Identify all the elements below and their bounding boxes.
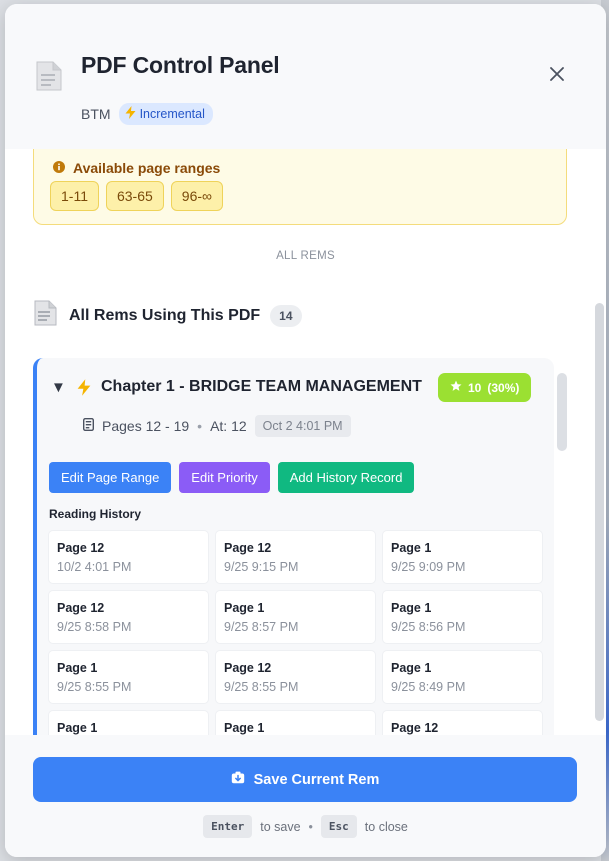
rem-card-header[interactable]: ▼ Chapter 1 - BRIDGE TEAM MANAGEMENT [51, 378, 422, 396]
history-page: Page 12 [57, 541, 105, 555]
lightning-icon [77, 378, 101, 396]
meta-separator: • [197, 418, 203, 434]
available-ranges-panel: Available page ranges 1-11 63-65 96-∞ [33, 149, 567, 225]
edit-page-range-button[interactable]: Edit Page Range [49, 462, 172, 493]
history-item[interactable]: Page 12 [383, 711, 542, 735]
lightning-icon [125, 106, 136, 122]
history-page: Page 12 [224, 541, 272, 555]
collapse-triangle-icon[interactable]: ▼ [51, 379, 77, 396]
ranges-title: Available page ranges [73, 160, 221, 176]
history-time: 10/2 4:01 PM [57, 560, 132, 574]
add-history-record-button[interactable]: Add History Record [277, 462, 415, 493]
page-range-text: Pages 12 - 19 [102, 418, 190, 434]
last-read-date: Oct 2 4:01 PM [254, 415, 351, 437]
history-page: Page 1 [224, 601, 265, 615]
history-time: 9/25 8:55 PM [224, 680, 299, 694]
history-item[interactable]: Page 1 [216, 711, 375, 735]
history-page: Page 1 [224, 721, 265, 735]
hint-close-text: to close [364, 819, 408, 834]
priority-value: 10 [468, 380, 482, 395]
source-name: BTM [81, 106, 111, 122]
history-time: 9/25 8:57 PM [224, 620, 299, 634]
save-current-rem-button[interactable]: Save Current Rem [33, 757, 577, 802]
pdf-document-icon [33, 299, 59, 332]
history-time: 9/25 9:09 PM [391, 560, 466, 574]
esc-key: Esc [320, 815, 357, 838]
modal-footer: Save Current Rem Enter to save • Esc to … [5, 735, 606, 857]
rem-count-badge: 14 [270, 304, 302, 327]
history-item[interactable]: Page 1 9/25 8:55 PM [49, 651, 208, 703]
history-time: 9/25 8:55 PM [57, 680, 132, 694]
all-rems-title: All Rems Using This PDF [69, 306, 261, 324]
history-page: Page 1 [57, 661, 98, 675]
history-time: 9/25 9:15 PM [224, 560, 299, 574]
history-page: Page 1 [57, 721, 98, 735]
hint-save-text: to save [260, 819, 301, 834]
info-icon [53, 160, 65, 176]
mode-badge: Incremental [118, 103, 213, 125]
enter-key: Enter [203, 815, 253, 838]
rem-title: Chapter 1 - BRIDGE TEAM MANAGEMENT [101, 378, 422, 395]
history-page: Page 12 [391, 721, 439, 735]
history-page: Page 1 [391, 541, 432, 555]
panel-scrollbar[interactable] [595, 303, 604, 721]
history-item[interactable]: Page 12 10/2 4:01 PM [49, 531, 208, 583]
document-pages-icon [82, 417, 95, 434]
pdf-document-icon [35, 60, 63, 92]
rem-actions: Edit Page Range Edit Priority Add Histor… [49, 462, 415, 493]
edit-priority-button[interactable]: Edit Priority [179, 462, 270, 493]
history-time: 9/25 8:49 PM [391, 680, 466, 694]
scroll-content[interactable]: Available page ranges 1-11 63-65 96-∞ AL… [5, 149, 606, 735]
history-item[interactable]: Page 1 9/25 8:49 PM [383, 651, 542, 703]
all-rems-header: All Rems Using This PDF 14 [33, 299, 302, 332]
history-item[interactable]: Page 12 9/25 9:15 PM [216, 531, 375, 583]
rem-card: ▼ Chapter 1 - BRIDGE TEAM MANAGEMENT 10 … [33, 358, 554, 735]
section-divider-label: ALL REMS [276, 250, 335, 262]
history-time: 9/25 8:58 PM [57, 620, 132, 634]
ranges-heading: Available page ranges [53, 160, 220, 176]
hint-separator: • [308, 819, 313, 834]
close-button[interactable] [547, 66, 567, 86]
history-item[interactable]: Page 12 9/25 8:55 PM [216, 651, 375, 703]
save-button-label: Save Current Rem [253, 771, 380, 788]
history-item[interactable]: Page 12 9/25 8:58 PM [49, 591, 208, 643]
priority-badge: 10 (30%) [438, 373, 532, 402]
history-page: Page 1 [391, 601, 432, 615]
history-item[interactable]: Page 1 9/25 8:57 PM [216, 591, 375, 643]
history-page: Page 12 [224, 661, 272, 675]
card-scrollbar[interactable] [557, 373, 567, 451]
mode-badge-label: Incremental [139, 107, 205, 121]
reading-history-grid: Page 12 10/2 4:01 PM Page 12 9/25 9:15 PM … [49, 531, 542, 735]
range-chips: 1-11 63-65 96-∞ [50, 181, 224, 211]
range-chip[interactable]: 1-11 [50, 181, 99, 211]
rem-meta-row: Pages 12 - 19 • At: 12 Oct 2 4:01 PM [82, 415, 351, 437]
history-page: Page 1 [391, 661, 432, 675]
range-chip[interactable]: 63-65 [105, 181, 164, 211]
pdf-control-panel-modal: PDF Control Panel BTM Incremental Availa… [5, 4, 606, 857]
history-item[interactable]: Page 1 9/25 8:56 PM [383, 591, 542, 643]
reading-history-title: Reading History [49, 507, 142, 521]
star-icon [450, 380, 462, 395]
save-icon [231, 771, 245, 788]
modal-header: PDF Control Panel BTM Incremental [5, 4, 606, 149]
range-chip[interactable]: 96-∞ [170, 181, 224, 211]
history-item[interactable]: Page 1 9/25 9:09 PM [383, 531, 542, 583]
history-time: 9/25 8:56 PM [391, 620, 466, 634]
close-icon [550, 66, 564, 86]
keyboard-hints: Enter to save • Esc to close [5, 815, 606, 838]
priority-percent: (30%) [487, 380, 520, 395]
subtitle-row: BTM Incremental [81, 103, 213, 125]
history-item[interactable]: Page 1 [49, 711, 208, 735]
current-page-text: At: 12 [210, 418, 247, 434]
page-title: PDF Control Panel [81, 52, 280, 78]
history-page: Page 12 [57, 601, 105, 615]
